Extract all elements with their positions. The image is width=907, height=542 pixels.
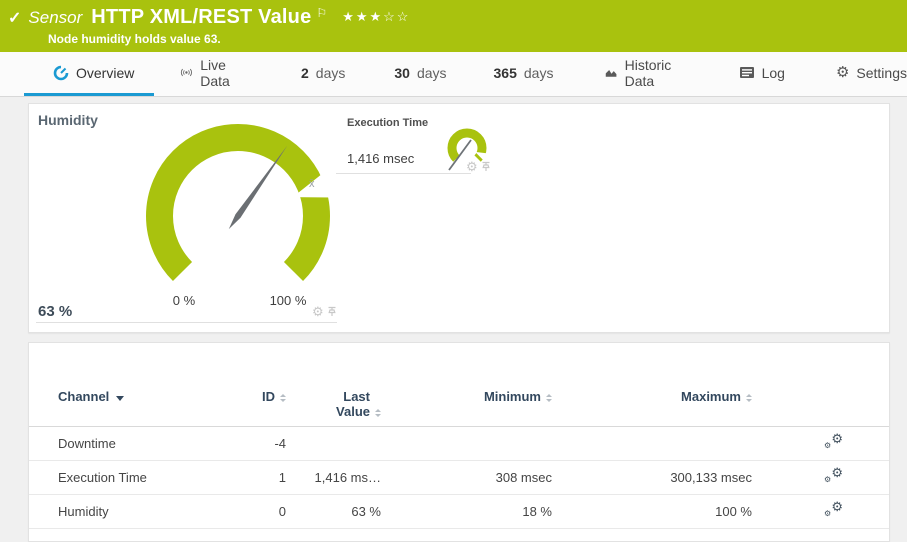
priority-stars[interactable]: ★★★☆☆ (342, 9, 410, 25)
cell-maximum: 100 % (552, 504, 752, 519)
execution-gauge-title: Execution Time (347, 117, 428, 129)
overview-gauges-card: Humidity x̄ 0 % 100 % 63 % ⚙ Execution T… (28, 103, 890, 333)
sensor-title: HTTP XML/REST Value (91, 6, 311, 29)
stars-filled: ★★★ (342, 9, 383, 24)
tab-2-days[interactable]: 2 days (301, 52, 345, 96)
gauge-needle (229, 146, 287, 230)
column-header-channel[interactable]: Channel (58, 389, 230, 404)
tab-365-days[interactable]: 365 days (494, 52, 554, 96)
prtg-sensor-page: ✓ Sensor HTTP XML/REST Value ⚐ ★★★☆☆ Nod… (0, 0, 907, 528)
sort-icon (375, 409, 381, 417)
tab-number: 365 (494, 65, 517, 81)
tab-settings[interactable]: ⚙ Settings (836, 52, 907, 96)
tab-label: days (524, 65, 554, 81)
cell-last-value: 1,416 ms… (286, 470, 381, 485)
sort-icon (746, 394, 752, 402)
cell-maximum: 300,133 msec (552, 470, 752, 485)
sensor-status-message: Node humidity holds value 63. (8, 32, 907, 46)
column-header-minimum[interactable]: Minimum (381, 389, 552, 404)
priority-flag-icon[interactable]: ⚐ (316, 6, 327, 20)
tab-live-data[interactable]: Live Data (180, 52, 245, 96)
pin-icon[interactable] (327, 306, 337, 317)
tab-label: Settings (856, 65, 907, 81)
tab-label: days (316, 65, 346, 81)
column-header-last-value[interactable]: Last Value (286, 389, 381, 419)
cell-id: 1 (230, 470, 286, 485)
tab-label: Historic Data (625, 57, 686, 89)
tab-label: days (417, 65, 447, 81)
live-data-icon (180, 65, 193, 80)
column-header-maximum[interactable]: Maximum (552, 389, 752, 404)
gauge-max-label: 100 % (260, 293, 316, 308)
gear-icon: ⚙ (836, 65, 849, 80)
status-ok-icon: ✓ (8, 8, 21, 28)
column-header-id[interactable]: ID (230, 389, 286, 404)
tab-log[interactable]: Log (739, 52, 785, 96)
sort-desc-icon (116, 396, 124, 401)
table-row-humidity[interactable]: Humidity 0 63 % 18 % 100 % ⚙⚙ (29, 495, 889, 529)
channels-table-card: Channel ID Last Value Minimum Maximum (28, 342, 890, 542)
sensor-header: ✓ Sensor HTTP XML/REST Value ⚐ ★★★☆☆ Nod… (0, 0, 907, 52)
table-row-execution-time[interactable]: Execution Time 1 1,416 ms… 308 msec 300,… (29, 461, 889, 495)
tab-number: 2 (301, 65, 309, 81)
humidity-gauge-title: Humidity (38, 112, 98, 128)
gauge-min-label: 0 % (156, 293, 212, 308)
column-label: Minimum (484, 389, 541, 404)
tab-historic-data[interactable]: Historic Data (605, 52, 685, 96)
humidity-gauge (141, 119, 341, 291)
panel-divider (36, 322, 337, 323)
cell-last-value: 63 % (286, 504, 381, 519)
panel-gear-icon[interactable]: ⚙ (466, 160, 478, 173)
tab-bar: Overview Live Data 2 days 30 days 365 da… (0, 52, 907, 97)
cell-minimum: 18 % (381, 504, 552, 519)
mean-marker-label: x̄ (309, 178, 315, 190)
gauge-icon (53, 65, 69, 81)
stars-empty: ☆☆ (383, 9, 410, 24)
panel-gear-icon[interactable]: ⚙ (312, 305, 324, 318)
tab-overview[interactable]: Overview (24, 52, 154, 96)
area-chart-icon (605, 66, 617, 80)
object-kind-label: Sensor (28, 8, 82, 28)
log-list-icon (739, 66, 755, 79)
tab-label: Log (762, 65, 785, 81)
panel-divider (336, 173, 471, 174)
column-label: Maximum (681, 389, 741, 404)
channel-settings-icon[interactable]: ⚙⚙ (824, 434, 843, 450)
tab-number: 30 (394, 65, 410, 81)
tab-label: Overview (76, 65, 134, 81)
cell-channel: Downtime (58, 436, 230, 451)
cell-minimum: 308 msec (381, 470, 552, 485)
tab-label: Live Data (200, 57, 245, 89)
channel-settings-icon[interactable]: ⚙⚙ (824, 502, 843, 518)
humidity-current-value: 63 % (38, 303, 72, 320)
channel-settings-icon[interactable]: ⚙⚙ (824, 468, 843, 484)
table-header-row: Channel ID Last Value Minimum Maximum (29, 343, 889, 427)
tab-30-days[interactable]: 30 days (394, 52, 446, 96)
cell-id: 0 (230, 504, 286, 519)
column-label: Last Value (322, 389, 370, 419)
cell-channel: Execution Time (58, 470, 230, 485)
column-label: Channel (58, 389, 109, 404)
pin-icon[interactable] (481, 161, 491, 172)
cell-id: -4 (230, 436, 286, 451)
table-row-downtime[interactable]: Downtime -4 ⚙⚙ (29, 427, 889, 461)
execution-current-value: 1,416 msec (347, 151, 414, 166)
column-label: ID (262, 389, 275, 404)
cell-channel: Humidity (58, 504, 230, 519)
